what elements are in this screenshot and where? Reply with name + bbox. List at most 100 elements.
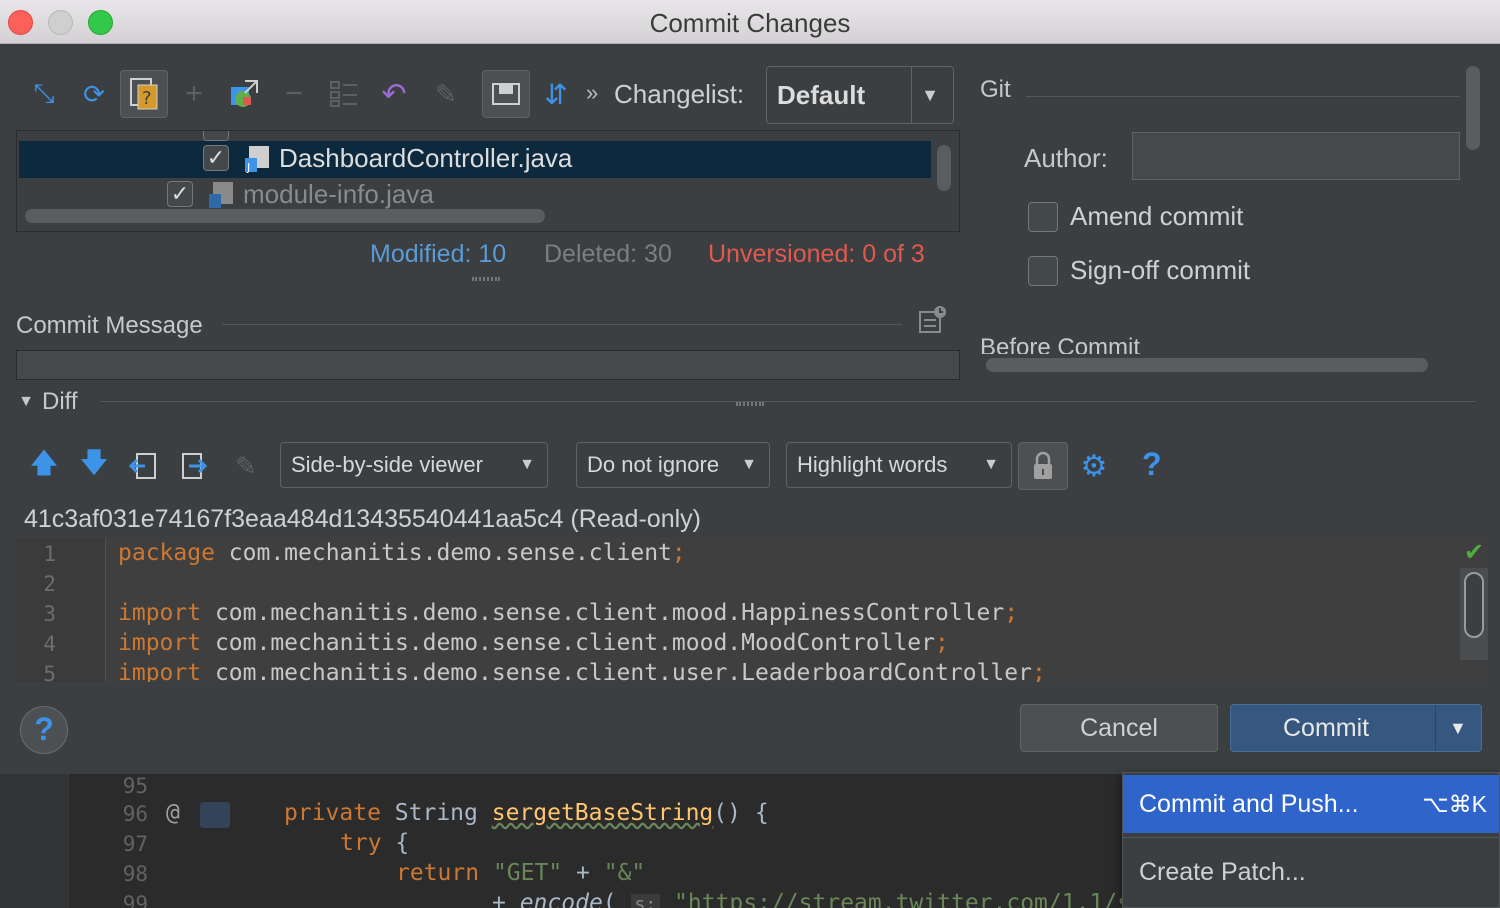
edit-diff-icon[interactable]: ✎ (228, 448, 264, 484)
svg-text:?: ? (142, 88, 152, 109)
line-number: 3 (43, 602, 56, 626)
modified-count[interactable]: Modified: 10 (370, 240, 506, 269)
next-difference-icon[interactable]: 🡇 (78, 447, 110, 484)
line-number: 98 (122, 862, 148, 886)
file-checkbox-dashboard[interactable]: ✓ (203, 145, 229, 171)
next-file-icon[interactable] (176, 448, 212, 484)
refresh-icon[interactable]: ⟳ (76, 76, 112, 112)
lock-icon (1034, 451, 1052, 479)
highlight-value: Highlight words (797, 452, 948, 477)
chevron-down-icon: ▼ (741, 456, 757, 473)
line-number: 95 (122, 774, 148, 798)
edit-source-icon[interactable]: ✎ (428, 76, 464, 112)
line-number: 4 (43, 632, 56, 656)
menu-separator (1123, 837, 1499, 838)
background-gutter (0, 774, 68, 908)
expand-all-icon[interactable]: ⇵ (540, 76, 572, 112)
commit-and-push-menu-item[interactable]: Commit and Push... ⌥⌘K (1123, 775, 1499, 833)
changelist-select[interactable]: Default ▼ (766, 66, 954, 124)
code-line: try { (340, 830, 410, 856)
ignore-select[interactable]: Do not ignore ▼ (576, 442, 770, 488)
chevron-down-icon: ▼ (519, 456, 535, 473)
help-button[interactable]: ? (20, 706, 68, 754)
list-icon (330, 81, 357, 107)
changed-files-tree: ✓ J DashboardController.java ✓ module-in… (16, 130, 960, 232)
signoff-commit-label[interactable]: Sign-off commit (1070, 255, 1250, 286)
annotation-at-icon: @ (166, 800, 180, 826)
create-patch-menu-item[interactable]: Create Patch... (1123, 843, 1499, 901)
tree-horizontal-scrollbar[interactable] (25, 209, 545, 223)
lock-toggle[interactable] (1018, 442, 1068, 490)
tree-vertical-scrollbar[interactable] (937, 145, 951, 191)
code-line: return "GET" + "&" (396, 860, 646, 886)
unversioned-files-icon: ? (130, 78, 158, 110)
line-number: 97 (122, 832, 148, 856)
git-panel-horizontal-scrollbar[interactable] (986, 358, 1428, 372)
chevron-down-icon: ▼ (983, 456, 999, 473)
signoff-commit-checkbox[interactable] (1028, 256, 1058, 286)
diff-section-label[interactable]: Diff (42, 388, 78, 416)
commit-message-input[interactable] (16, 350, 960, 380)
line-number: 96 (122, 802, 148, 826)
diff-collapse-icon[interactable]: ▼ (14, 390, 38, 414)
editor-scrollbar-thumb[interactable] (1464, 572, 1484, 638)
previous-difference-icon[interactable]: 🡅 (28, 447, 60, 484)
preview-diff-icon (492, 83, 520, 105)
file-name[interactable]: module-info.java (243, 179, 434, 210)
cancel-button[interactable]: Cancel (1020, 704, 1218, 752)
splitter-grip[interactable] (472, 277, 500, 281)
add-icon[interactable]: + (178, 76, 210, 112)
commit-dialog: ⤡ ⟳ ? + − ↶ ✎ ⇵ » Changelist: Default ▼ … (0, 44, 1500, 774)
previous-file-icon[interactable] (126, 448, 162, 484)
show-diff-icon[interactable]: ⤡ (26, 76, 62, 112)
git-panel-vertical-scrollbar[interactable] (1466, 66, 1480, 150)
line-number: 2 (43, 572, 56, 596)
changelist-value: Default (777, 80, 866, 110)
group-by-icon[interactable] (326, 76, 362, 112)
java-file-icon-2 (205, 179, 237, 211)
author-input[interactable] (1132, 132, 1460, 180)
before-commit-label: Before Commit (980, 334, 1141, 354)
changelist-label: Changelist: (614, 79, 745, 109)
line-number: 5 (43, 662, 56, 682)
background-gutter-strip (68, 774, 90, 908)
commit-dropdown-chevron-icon[interactable]: ▼ (1449, 705, 1467, 751)
diff-separator (100, 401, 1476, 402)
diff-editor[interactable]: 1 2 3 4 5 package com.mechanitis.demo.se… (16, 538, 1488, 682)
file-checkbox-module-info[interactable]: ✓ (167, 181, 193, 207)
more-actions-icon[interactable]: » (586, 80, 598, 106)
diff-file-header: 41c3af031e74167f3eaa484d13435540441aa5c4… (24, 505, 701, 533)
diff-help-icon[interactable]: ? (1142, 446, 1162, 483)
title-bar: Commit Changes (0, 0, 1500, 44)
window-title: Commit Changes (649, 8, 851, 38)
before-commit-clip: Before Commit (980, 332, 1460, 354)
code-line: private String sergetBaseString() { (284, 800, 769, 826)
amend-commit-checkbox[interactable] (1028, 202, 1058, 232)
commit-options-popup: Commit and Push... ⌥⌘K Create Patch... (1122, 772, 1500, 908)
move-to-changelist-icon[interactable] (224, 74, 264, 114)
file-name[interactable]: DashboardController.java (279, 143, 572, 174)
preview-diff-toggle[interactable] (482, 70, 530, 118)
author-label: Author: (1024, 143, 1108, 173)
line-number: 1 (43, 542, 56, 566)
unversioned-files-toggle[interactable]: ? (120, 70, 168, 118)
java-file-icon: J (241, 143, 273, 175)
highlight-select[interactable]: Highlight words ▼ (786, 442, 1012, 488)
commit-history-icon[interactable] (914, 302, 950, 338)
svg-text:J: J (246, 161, 250, 174)
amend-commit-label[interactable]: Amend commit (1070, 201, 1243, 232)
diff-splitter-grip[interactable] (736, 402, 764, 406)
settings-gear-icon[interactable]: ⚙ (1074, 448, 1114, 484)
fold-marker-icon[interactable] (200, 802, 230, 828)
remove-icon[interactable]: − (280, 76, 308, 112)
code-line: package com.mechanitis.demo.sense.client… (118, 540, 686, 566)
code-line: import com.mechanitis.demo.sense.client.… (118, 660, 1046, 682)
commit-button-label: Commit (1283, 714, 1370, 742)
file-checkbox-partial[interactable] (203, 131, 229, 141)
shortcut-label: ⌥⌘K (1422, 791, 1487, 817)
viewer-select[interactable]: Side-by-side viewer ▼ (280, 442, 548, 488)
rollback-icon[interactable]: ↶ (376, 76, 412, 112)
ignore-value: Do not ignore (587, 452, 720, 477)
unversioned-count[interactable]: Unversioned: 0 of 3 (708, 240, 925, 269)
commit-button[interactable]: Commit ▼ (1230, 704, 1482, 752)
